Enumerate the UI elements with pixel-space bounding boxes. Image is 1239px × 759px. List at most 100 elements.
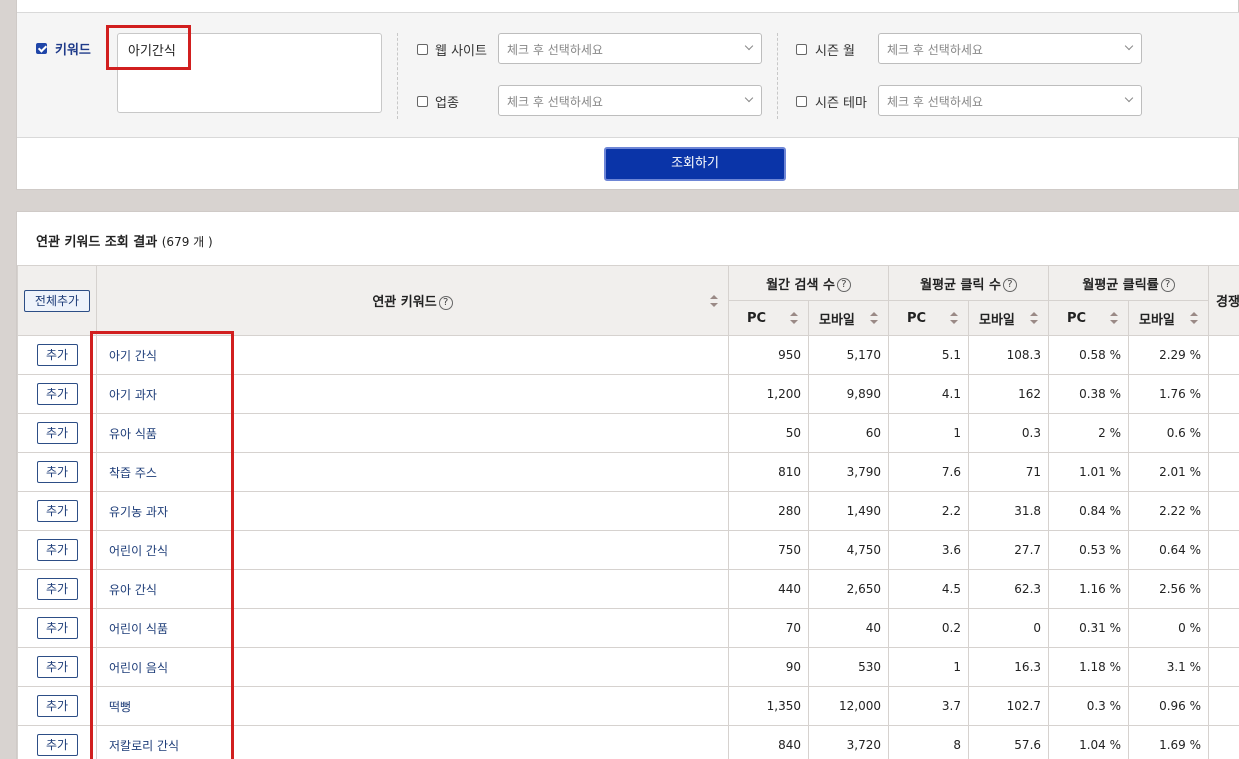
add-button[interactable]: 추가 xyxy=(36,422,78,444)
add-cell: 추가 xyxy=(17,452,97,492)
website-select-placeholder: 체크 후 선택하세요 xyxy=(507,43,603,57)
help-icon[interactable]: ? xyxy=(438,295,453,310)
avg-ctr-label: 월평균 클릭률 xyxy=(1082,277,1159,293)
ctr-mobile-header[interactable]: 모바일 xyxy=(1128,300,1210,336)
industry-checkbox[interactable] xyxy=(417,96,428,107)
keyword-cell[interactable]: 저칼로리 간식 xyxy=(96,725,729,759)
season-theme-select[interactable]: 체크 후 선택하세요 xyxy=(878,85,1142,116)
keyword-cell[interactable]: 아기 과자 xyxy=(96,374,729,414)
sort-icon[interactable] xyxy=(1030,312,1039,324)
season-month-select-placeholder: 체크 후 선택하세요 xyxy=(887,43,983,57)
click-pc-header[interactable]: PC xyxy=(888,300,970,336)
sort-icon[interactable] xyxy=(1190,312,1199,324)
competition-cell xyxy=(1208,413,1239,453)
search-pc-cell: 280 xyxy=(728,491,809,531)
add-button[interactable]: 추가 xyxy=(36,500,78,522)
competition-cell xyxy=(1208,569,1239,609)
add-cell: 추가 xyxy=(17,335,97,375)
search-pc-header[interactable]: PC xyxy=(728,300,809,336)
keyword-cell[interactable]: 떡뻥 xyxy=(96,686,729,726)
chevron-down-icon xyxy=(744,41,754,51)
keyword-column-header[interactable]: 연관 키워드? xyxy=(96,265,729,336)
keyword-cell[interactable]: 아기 간식 xyxy=(96,335,729,375)
click-mobile-cell: 108.3 xyxy=(968,335,1050,375)
click-pc-cell: 4.5 xyxy=(888,569,970,609)
add-cell: 추가 xyxy=(17,530,97,570)
keyword-cell[interactable]: 어린이 간식 xyxy=(96,530,729,570)
website-checkbox[interactable] xyxy=(417,44,428,55)
competition-header: 경쟁 xyxy=(1208,265,1239,336)
ctr-mobile-cell: 1.76 % xyxy=(1128,374,1210,414)
ctr-mobile-cell: 2.22 % xyxy=(1128,491,1210,531)
click-pc-cell: 1 xyxy=(888,647,970,687)
add-button[interactable]: 추가 xyxy=(36,539,78,561)
ctr-pc-cell: 0.3 % xyxy=(1048,686,1130,726)
season-month-label: 시즌 월 xyxy=(815,44,856,59)
click-pc-cell: 8 xyxy=(888,725,970,759)
add-button[interactable]: 추가 xyxy=(36,383,78,405)
keyword-cell[interactable]: 어린이 음식 xyxy=(96,647,729,687)
click-mobile-header[interactable]: 모바일 xyxy=(968,300,1050,336)
sort-icon[interactable] xyxy=(790,312,798,324)
divider xyxy=(777,33,778,119)
click-mobile-cell: 0.3 xyxy=(968,413,1050,453)
keyword-cell[interactable]: 유아 간식 xyxy=(96,569,729,609)
search-mobile-header[interactable]: 모바일 xyxy=(807,300,890,336)
industry-select-placeholder: 체크 후 선택하세요 xyxy=(507,95,603,109)
click-mobile-label: 모바일 xyxy=(979,312,1015,328)
sort-icon[interactable] xyxy=(950,312,959,324)
divider xyxy=(397,33,398,119)
add-button[interactable]: 추가 xyxy=(36,656,78,678)
add-button[interactable]: 추가 xyxy=(36,617,78,639)
search-pc-cell: 750 xyxy=(728,530,809,570)
season-month-select[interactable]: 체크 후 선택하세요 xyxy=(878,33,1142,64)
keyword-checkbox[interactable] xyxy=(36,43,47,54)
search-button[interactable]: 조회하기 xyxy=(604,147,786,181)
help-icon[interactable]: ? xyxy=(1002,278,1017,292)
search-mobile-cell: 2,650 xyxy=(807,569,890,609)
season-theme-checkbox[interactable] xyxy=(796,96,807,107)
table-row: 추가 아기 간식 950 5,170 5.1 108.3 0.58 % 2.29 % xyxy=(17,335,1239,375)
help-icon[interactable]: ? xyxy=(1160,278,1175,292)
competition-cell xyxy=(1208,530,1239,570)
ctr-mobile-label: 모바일 xyxy=(1139,312,1175,328)
search-pc-cell: 810 xyxy=(728,452,809,492)
search-pc-cell: 950 xyxy=(728,335,809,375)
search-mobile-cell: 530 xyxy=(807,647,890,687)
keyword-cell[interactable]: 유아 식품 xyxy=(96,413,729,453)
competition-cell xyxy=(1208,452,1239,492)
table-row: 추가 저칼로리 간식 840 3,720 8 57.6 1.04 % 1.69 % xyxy=(17,725,1239,759)
ctr-pc-header[interactable]: PC xyxy=(1048,300,1130,336)
results-panel: 연관 키워드 조회 결과 (679 개 ) 전체추가 연관 키워드? 월간 검색… xyxy=(16,211,1239,759)
click-pc-label: PC xyxy=(907,310,927,326)
add-button[interactable]: 추가 xyxy=(36,734,78,756)
add-button[interactable]: 추가 xyxy=(36,695,78,717)
sort-icon[interactable] xyxy=(870,312,879,324)
help-icon[interactable]: ? xyxy=(836,278,851,292)
season-month-checkbox[interactable] xyxy=(796,44,807,55)
click-mobile-cell: 71 xyxy=(968,452,1050,492)
all-add-button[interactable]: 전체추가 xyxy=(24,289,90,312)
ctr-mobile-cell: 1.69 % xyxy=(1128,725,1210,759)
competition-cell xyxy=(1208,608,1239,648)
industry-select[interactable]: 체크 후 선택하세요 xyxy=(498,85,762,116)
search-mobile-cell: 9,890 xyxy=(807,374,890,414)
keyword-cell[interactable]: 착즙 주스 xyxy=(96,452,729,492)
chevron-down-icon xyxy=(744,93,754,103)
click-pc-cell: 5.1 xyxy=(888,335,970,375)
click-pc-cell: 1 xyxy=(888,413,970,453)
competition-cell xyxy=(1208,686,1239,726)
keyword-cell[interactable]: 어린이 식품 xyxy=(96,608,729,648)
add-button[interactable]: 추가 xyxy=(36,344,78,366)
sort-icon[interactable] xyxy=(1110,312,1119,324)
ctr-pc-cell: 2 % xyxy=(1048,413,1130,453)
season-theme-label: 시즌 테마 xyxy=(815,96,867,111)
competition-label: 경쟁 xyxy=(1216,295,1239,310)
keyword-cell[interactable]: 유기농 과자 xyxy=(96,491,729,531)
website-select[interactable]: 체크 후 선택하세요 xyxy=(498,33,762,64)
add-button[interactable]: 추가 xyxy=(36,461,78,483)
keyword-textarea[interactable]: 아기간식 xyxy=(117,33,382,113)
sort-icon[interactable] xyxy=(710,294,718,307)
add-button[interactable]: 추가 xyxy=(36,578,78,600)
search-mobile-cell: 60 xyxy=(807,413,890,453)
